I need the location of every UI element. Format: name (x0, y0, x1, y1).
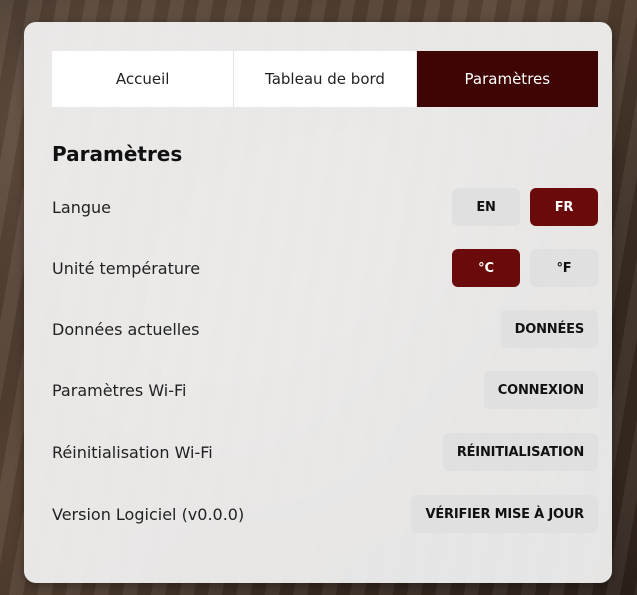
wifi-connect-button[interactable]: CONNEXION (483, 371, 598, 409)
celsius-button[interactable]: °C (452, 249, 520, 287)
temperature-label: Unité température (52, 258, 201, 278)
tab-bar: Accueil Tableau de bord Paramètres (52, 51, 598, 107)
fahrenheit-button[interactable]: °F (530, 249, 598, 287)
check-update-button[interactable]: VÉRIFIER MISE À JOUR (411, 495, 598, 533)
temperature-toggle: °C °F (452, 249, 598, 287)
language-label: Langue (52, 197, 111, 217)
language-en-button[interactable]: EN (452, 188, 520, 226)
tab-settings[interactable]: Paramètres (415, 51, 598, 107)
current-data-button[interactable]: DONNÉES (500, 310, 598, 348)
firmware-row: Version Logiciel (v0.0.0) VÉRIFIER MISE … (52, 494, 598, 534)
language-toggle: EN FR (452, 188, 598, 226)
wifi-reset-button[interactable]: RÉINITIALISATION (442, 433, 598, 471)
language-fr-button[interactable]: FR (530, 188, 598, 226)
wifi-settings-label: Paramètres Wi-Fi (52, 380, 187, 400)
current-data-row: Données actuelles DONNÉES (52, 309, 598, 349)
temperature-row: Unité température °C °F (52, 248, 598, 288)
language-row: Langue EN FR (52, 187, 598, 227)
settings-card: Accueil Tableau de bord Paramètres Param… (24, 22, 612, 583)
wifi-reset-row: Réinitialisation Wi-Fi RÉINITIALISATION (52, 432, 598, 472)
wifi-settings-row: Paramètres Wi-Fi CONNEXION (52, 370, 598, 410)
current-data-label: Données actuelles (52, 319, 200, 339)
firmware-version-label: Version Logiciel (v0.0.0) (52, 504, 245, 524)
wifi-reset-label: Réinitialisation Wi-Fi (52, 442, 213, 462)
section-title: Paramètres (52, 142, 183, 166)
tab-dashboard[interactable]: Tableau de bord (233, 51, 416, 107)
tab-home[interactable]: Accueil (52, 51, 234, 107)
